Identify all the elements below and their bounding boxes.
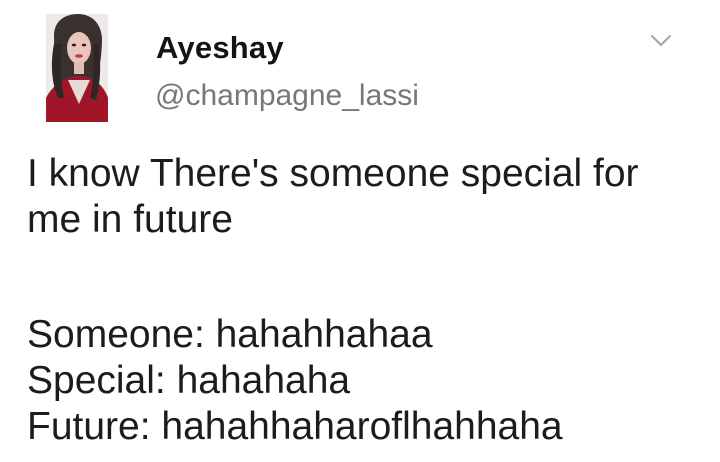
tweet-text: I know There's someone special for me in… <box>27 151 707 450</box>
tweet-line: I know There's someone special for <box>27 152 639 195</box>
tweet-line: me in future <box>27 198 233 241</box>
user-handle[interactable]: @champagne_lassi <box>155 79 419 113</box>
avatar[interactable] <box>46 14 108 122</box>
avatar-photo <box>46 14 108 122</box>
display-name[interactable]: Ayeshay <box>156 30 284 66</box>
tweet-line: Someone: hahahhahaa <box>27 313 433 356</box>
tweet-line: Future: hahahhaharoflhahhaha <box>27 405 563 448</box>
chevron-down-icon[interactable] <box>649 33 673 49</box>
tweet-line: Special: hahahaha <box>27 359 351 402</box>
